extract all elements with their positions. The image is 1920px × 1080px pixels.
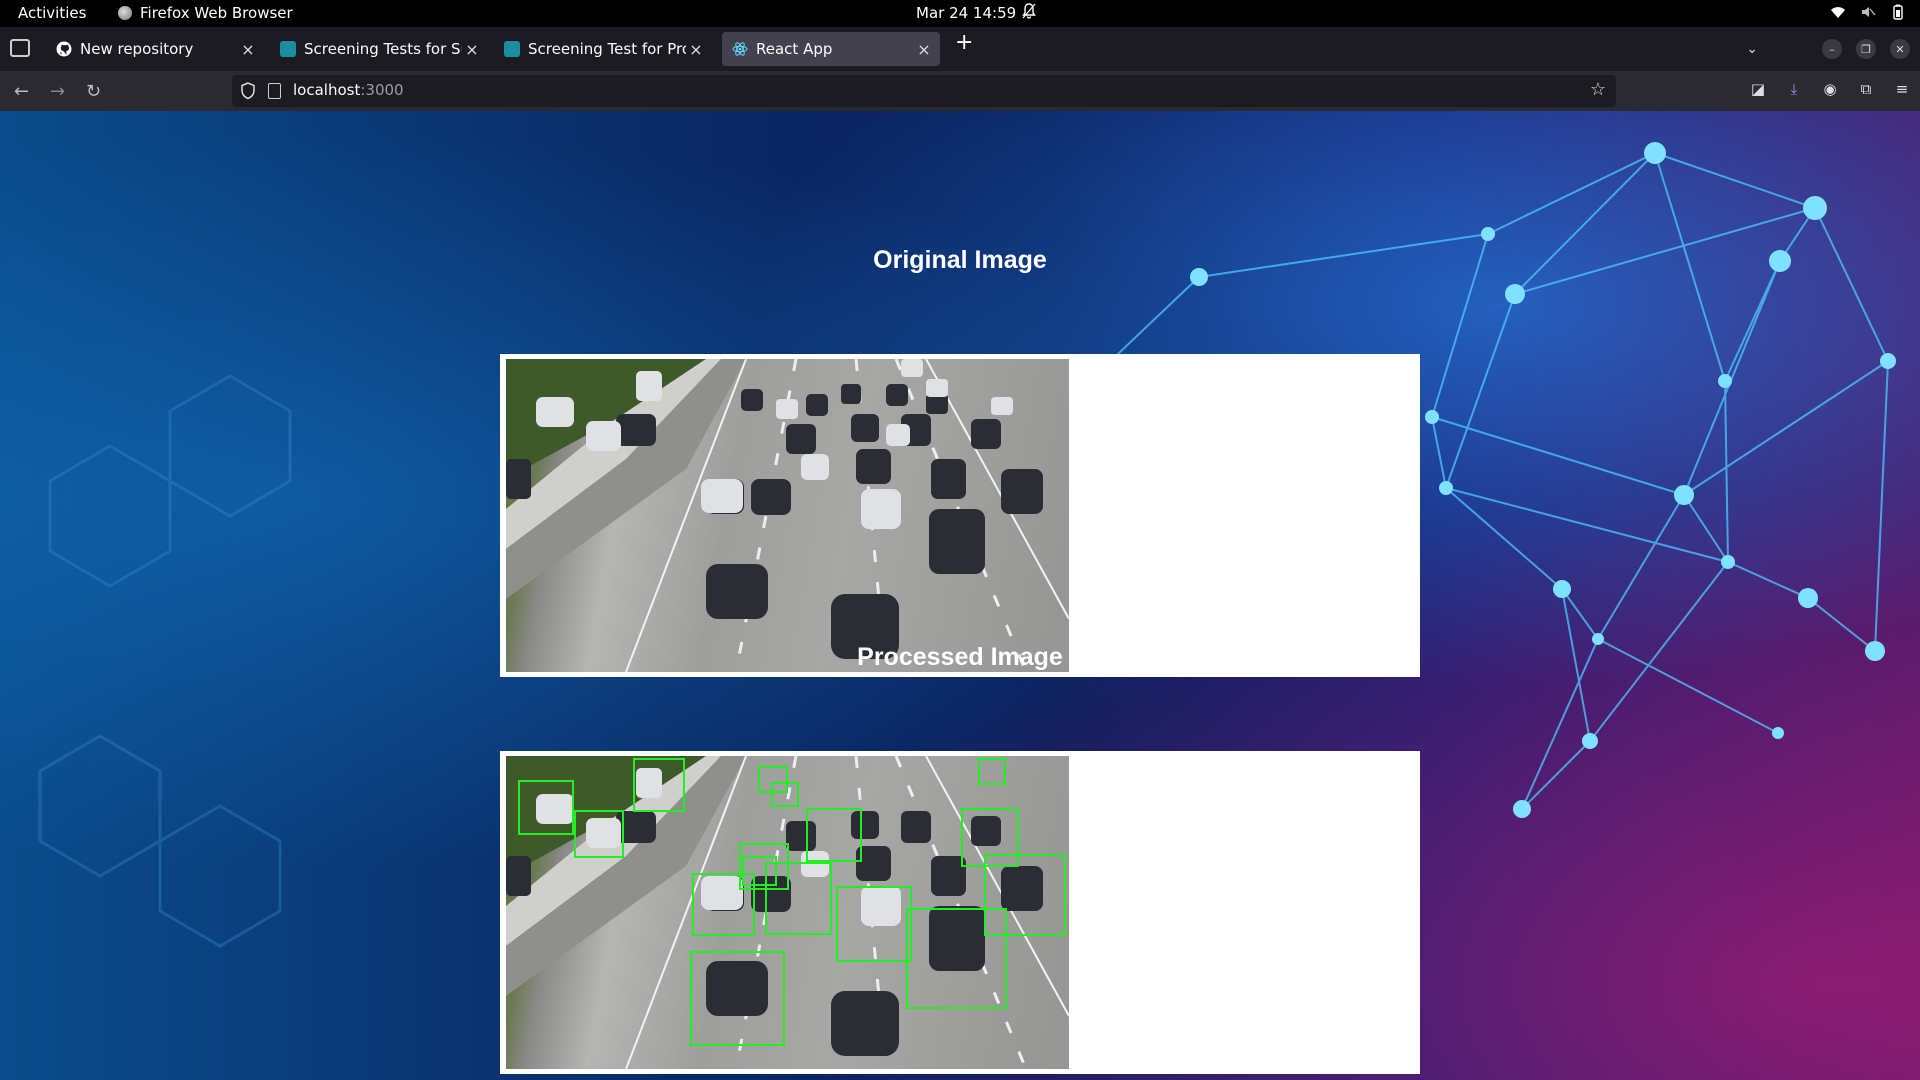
react-icon xyxy=(732,42,748,56)
detection-box xyxy=(574,810,624,858)
tab-new-repository[interactable]: New repository × xyxy=(46,32,264,66)
close-window-button[interactable]: ✕ xyxy=(1890,39,1910,59)
tab-title: New repository xyxy=(80,40,194,58)
extensions-icon[interactable]: ⧉ xyxy=(1856,80,1876,100)
window-controls: ⌄ – ❐ ✕ xyxy=(1746,27,1920,71)
notification-bell-icon[interactable] xyxy=(1022,3,1036,19)
tab-react-app[interactable]: React App × xyxy=(722,32,940,66)
detection-box xyxy=(690,951,785,1046)
page-info-icon[interactable] xyxy=(268,83,281,99)
downloads-icon[interactable]: ⤓ xyxy=(1784,80,1804,100)
site-icon xyxy=(280,41,296,57)
system-top-bar: Activities Firefox Web Browser Mar 24 14… xyxy=(0,0,1920,27)
activities-button[interactable]: Activities xyxy=(18,4,86,22)
forward-icon[interactable]: → xyxy=(50,81,65,102)
list-all-tabs-icon[interactable]: ⌄ xyxy=(1746,41,1758,57)
processed-image-frame xyxy=(500,751,1420,1074)
menu-icon[interactable]: ≡ xyxy=(1892,80,1912,100)
tab-screening-test-project[interactable]: Screening Test for Projec × xyxy=(494,32,712,66)
tab-title: Screening Test for Projec xyxy=(528,40,686,58)
battery-icon[interactable] xyxy=(1890,4,1906,20)
github-icon xyxy=(56,41,72,57)
tab-screening-tests-summ[interactable]: Screening Tests for Summ × xyxy=(270,32,488,66)
close-tab-icon[interactable]: × xyxy=(462,40,482,59)
tracking-protection-icon[interactable] xyxy=(240,82,256,100)
minimize-button[interactable]: – xyxy=(1822,39,1842,59)
close-tab-icon[interactable]: × xyxy=(914,40,934,59)
tab-title: Screening Tests for Summ xyxy=(304,40,462,58)
pocket-icon[interactable]: ◪ xyxy=(1748,80,1768,100)
reload-icon[interactable]: ↻ xyxy=(86,81,101,102)
toolbar-right: ◪ ⤓ ◉ ⧉ ≡ xyxy=(1748,80,1912,100)
processed-traffic-image xyxy=(506,756,1069,1069)
original-traffic-image xyxy=(506,359,1069,672)
url-port: :3000 xyxy=(360,81,404,99)
detection-box xyxy=(633,758,685,812)
detection-box xyxy=(771,782,799,807)
back-icon[interactable]: ← xyxy=(14,81,29,102)
page-viewport: Original Image Processed Image xyxy=(0,111,1920,1080)
site-icon xyxy=(504,41,520,57)
detection-box xyxy=(518,780,574,835)
firefox-view-icon[interactable] xyxy=(10,39,30,57)
volume-muted-icon[interactable] xyxy=(1860,4,1876,20)
address-bar[interactable]: localhost:3000 ☆ xyxy=(232,75,1616,107)
restore-button[interactable]: ❐ xyxy=(1856,39,1876,59)
detection-box xyxy=(978,758,1006,785)
wifi-icon[interactable] xyxy=(1830,4,1846,20)
tab-title: React App xyxy=(756,40,833,58)
system-tray[interactable] xyxy=(1830,4,1906,20)
close-tab-icon[interactable]: × xyxy=(238,40,258,59)
processed-image-heading: Processed Image xyxy=(857,643,1063,671)
account-icon[interactable]: ◉ xyxy=(1820,80,1840,100)
clock[interactable]: Mar 24 14:59 xyxy=(916,4,1016,22)
close-tab-icon[interactable]: × xyxy=(686,40,706,59)
detection-box xyxy=(806,808,862,862)
original-image-heading: Original Image xyxy=(873,246,1047,274)
app-menu[interactable]: Firefox Web Browser xyxy=(118,4,293,22)
new-tab-button[interactable]: + xyxy=(955,30,973,55)
detection-box xyxy=(836,886,912,962)
tab-bar: New repository × Screening Tests for Sum… xyxy=(0,27,1920,71)
detection-box xyxy=(742,856,777,886)
bookmark-star-icon[interactable]: ☆ xyxy=(1590,79,1606,100)
url-text[interactable]: localhost:3000 xyxy=(293,81,404,99)
original-image-frame xyxy=(500,354,1420,677)
app-name: Firefox Web Browser xyxy=(140,4,293,22)
navigation-bar: ← → ↻ localhost:3000 ☆ ◪ ⤓ ◉ ⧉ ≡ xyxy=(0,71,1920,111)
firefox-icon xyxy=(118,6,132,20)
url-host: localhost xyxy=(293,81,361,99)
detection-box xyxy=(984,854,1066,936)
